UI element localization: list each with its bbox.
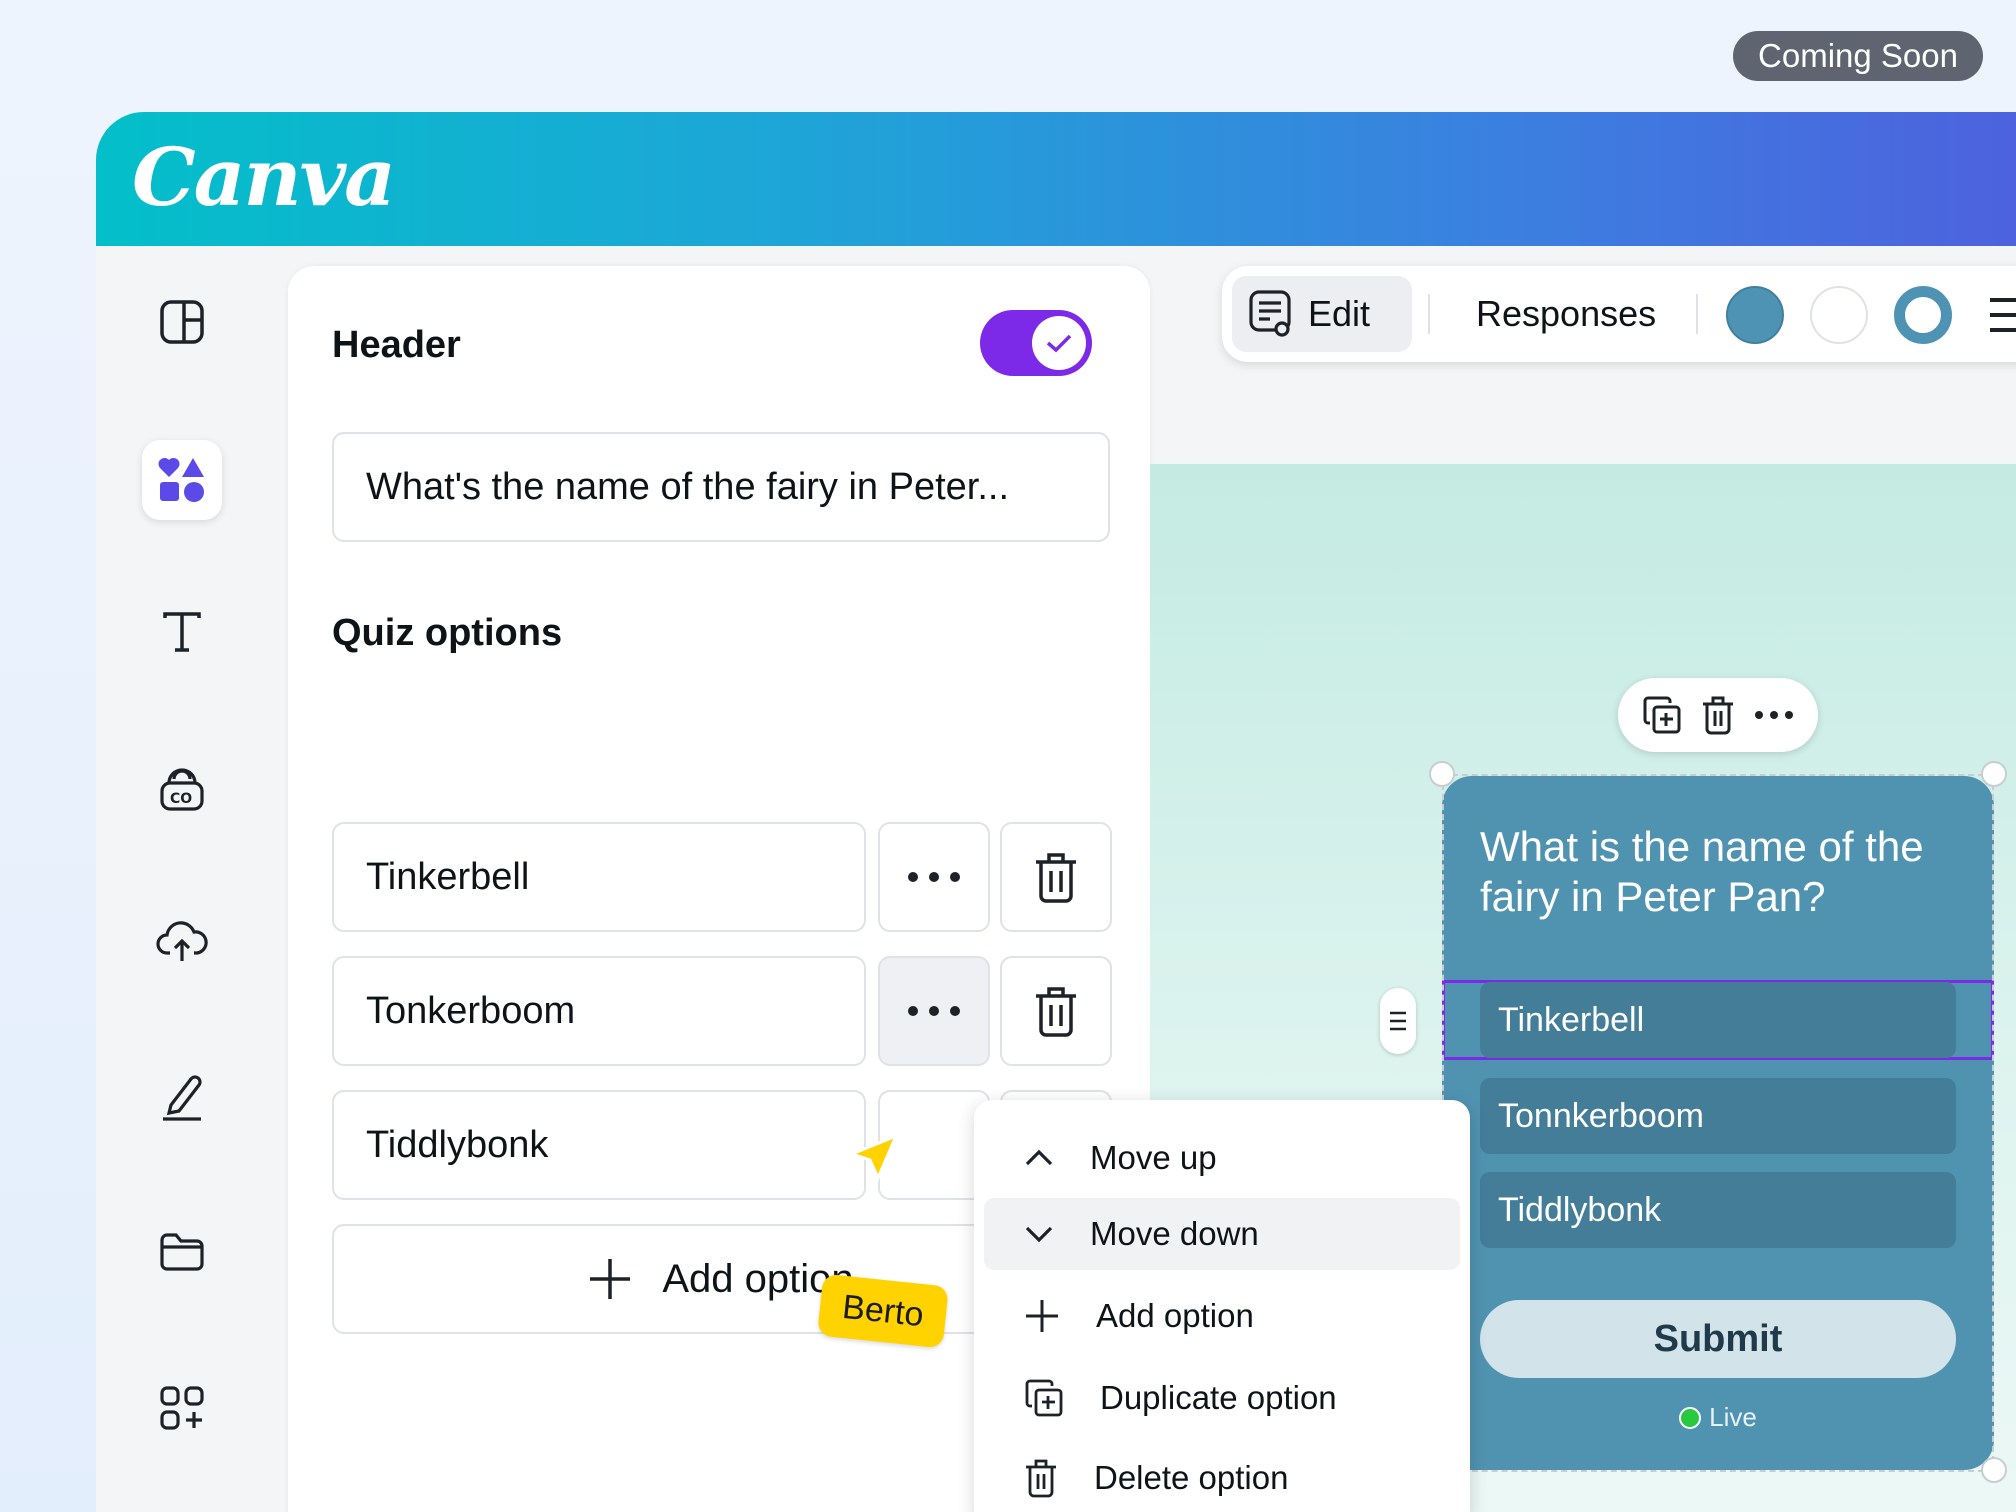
resize-handle-top-right[interactable] [1981,761,2007,787]
live-status: Live [1442,1402,1994,1433]
menu-item-move-up[interactable]: Move up [984,1122,1460,1194]
resize-handle-bottom-right[interactable] [1981,1457,2007,1483]
edit-label: Edit [1308,293,1371,334]
quiz-question: What is the name of the fairy in Peter P… [1480,823,1924,920]
grip-lines-icon [1390,1011,1406,1031]
option-input-2[interactable]: Tonkerboom [332,956,866,1066]
sidebar-item-apps[interactable] [142,1368,222,1448]
brand-icon: CO [160,768,204,811]
sidebar-item-projects[interactable] [142,1212,222,1292]
live-label: Live [1709,1402,1757,1432]
option-delete-button-2[interactable] [1000,956,1112,1066]
quiz-card[interactable]: What is the name of the fairy in Peter P… [1442,776,1994,1470]
header-label: Header [332,324,461,366]
trash-icon[interactable] [1701,695,1735,735]
app-toolbar: Edit Responses [1222,266,2016,362]
duplicate-icon [1025,1379,1063,1417]
plus-icon [1026,1300,1058,1332]
collaborator-label: Berto [817,1273,949,1349]
option-input-1[interactable]: Tinkerbell [332,822,866,932]
plus-icon [590,1259,631,1299]
coming-soon-badge: Coming Soon [1733,31,1983,81]
toolbar-divider [1428,294,1430,334]
menu-item-label: Duplicate option [1100,1379,1337,1416]
header-toggle[interactable] [980,310,1092,376]
submit-button[interactable]: Submit [1480,1300,1956,1378]
option-more-button-1[interactable] [878,822,990,932]
draw-icon [163,1075,202,1121]
check-icon [1046,334,1072,353]
quiz-options-label: Quiz options [332,612,563,654]
more-icon[interactable] [1754,710,1794,720]
sidebar-item-layout[interactable] [142,282,222,362]
resize-handle-top-left[interactable] [1429,761,1455,787]
sidebar-item-text[interactable] [142,592,222,672]
menu-item-label: Move up [1090,1139,1217,1176]
elements-icon [158,457,204,502]
quiz-card-option-3[interactable]: Tiddlybonk [1480,1172,1956,1248]
collaborator-cursor-icon [848,1133,898,1182]
drag-grip-handle[interactable] [1380,988,1416,1054]
menu-item-label: Delete option [1094,1459,1289,1496]
option-context-menu: Move up Move down Add option Duplicate o… [974,1100,1470,1512]
option-delete-button-1[interactable] [1000,822,1112,932]
apps-icon [160,1386,204,1430]
menu-item-delete-option[interactable]: Delete option [984,1442,1460,1512]
option-input-3[interactable]: Tiddlybonk [332,1090,866,1200]
chevron-up-icon [1025,1149,1053,1166]
trash-icon [1026,1459,1056,1498]
upload-icon [156,921,208,961]
edit-tab[interactable]: Edit [1232,276,1412,352]
quiz-card-option-2[interactable]: Tonnkerboom [1480,1078,1956,1154]
option-more-button-2[interactable] [878,956,990,1066]
more-icon [908,1006,960,1016]
sidebar-item-uploads[interactable] [142,900,222,980]
svg-text:CO: CO [170,791,192,807]
color-swatch-fill[interactable] [1726,286,1784,344]
menu-item-move-down[interactable]: Move down [984,1198,1460,1270]
sidebar-item-elements[interactable] [142,440,222,520]
app-window: Canva CO Header What's the name of the f… [96,112,2016,1512]
menu-item-duplicate-option[interactable]: Duplicate option [984,1362,1460,1434]
menu-item-add-option[interactable]: Add option [984,1280,1460,1352]
layout-icon [160,300,204,344]
sidebar-item-brand[interactable]: CO [142,748,222,828]
element-floating-toolbar [1618,678,1818,752]
menu-icon[interactable] [1988,296,2016,334]
menu-item-label: Move down [1090,1215,1259,1252]
trash-icon [1036,987,1076,1037]
live-dot-icon [1679,1406,1702,1429]
color-swatch-white[interactable] [1810,286,1868,344]
text-icon [163,612,201,652]
sidebar-item-draw[interactable] [142,1058,222,1138]
form-edit-icon [1249,290,1291,337]
more-icon [908,872,960,882]
duplicate-icon[interactable] [1642,695,1682,735]
folder-icon [160,1233,204,1271]
chevron-down-icon [1025,1226,1053,1243]
trash-icon [1036,853,1076,903]
responses-tab[interactable]: Responses [1476,266,1656,362]
toolbar-divider [1696,294,1698,334]
toggle-knob [1032,316,1086,370]
top-bar: Canva [96,112,2016,246]
header-input[interactable]: What's the name of the fairy in Peter... [332,432,1110,542]
menu-item-label: Add option [1096,1297,1254,1334]
color-swatch-outline[interactable] [1894,286,1952,344]
quiz-card-option-1[interactable]: Tinkerbell [1480,982,1956,1058]
canva-logo[interactable]: Canva [132,130,396,224]
